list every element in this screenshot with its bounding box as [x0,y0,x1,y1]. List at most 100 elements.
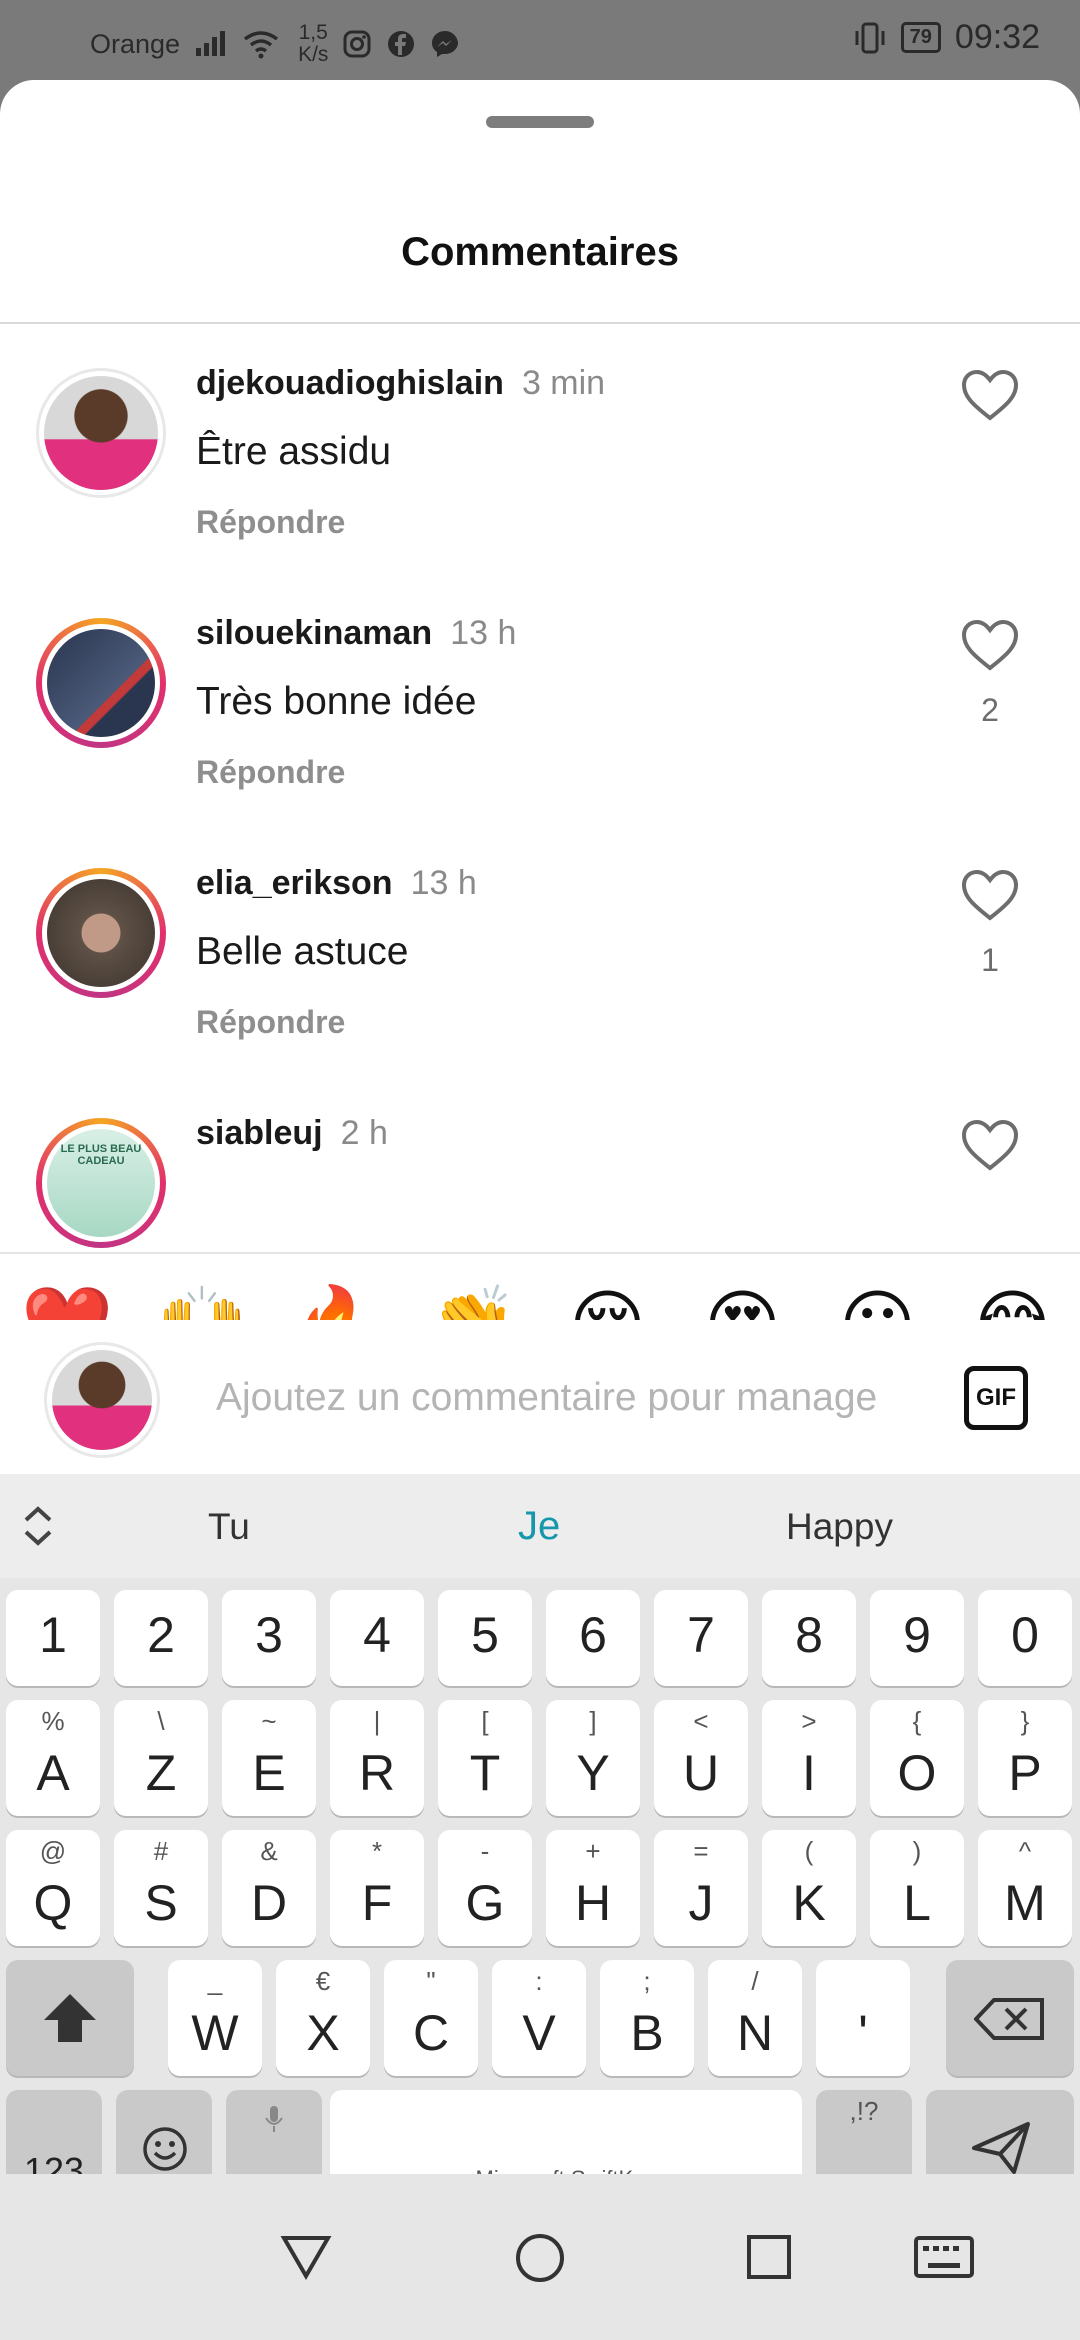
key-3[interactable]: 3 [222,1590,316,1686]
key-alt-label: / [751,1966,759,1996]
key-label: T [469,1745,501,1801]
gif-button[interactable]: GIF [964,1366,1028,1430]
key-y[interactable]: ] Y [546,1700,640,1816]
suggestion-3[interactable]: Happy [786,1506,893,1548]
avatar[interactable]: LE PLUS BEAU CADEAU [36,1118,166,1248]
key-alt-label: ; [643,1966,651,1996]
comment-input[interactable]: Ajoutez un commentaire pour manage [216,1376,916,1420]
key-o[interactable]: {O [870,1700,964,1816]
avatar[interactable] [36,868,166,998]
comment-time: 3 min [521,364,606,402]
key-label: J [688,1875,714,1931]
key-e[interactable]: ~ E [222,1700,316,1816]
reply-button[interactable]: Répondre [196,504,345,541]
key-t[interactable]: [T [438,1700,532,1816]
reply-button[interactable]: Répondre [196,754,345,791]
key-z[interactable]: \ Z [114,1700,208,1816]
key-5[interactable]: 5 [438,1590,532,1686]
backspace-key[interactable] [946,1960,1074,2076]
suggestion-bar: Tu Je Happy [0,1474,1080,1578]
key-q[interactable]: @ Q [6,1830,100,1946]
key-alt-label: ,!? [849,2096,879,2126]
key-u[interactable]: < U [654,1700,748,1816]
key-label: D [250,1875,288,1931]
key-l[interactable]: ) L [870,1830,964,1946]
suggestion-2[interactable]: Je [518,1504,560,1549]
key-alt-label: - [480,1836,490,1866]
suggestion-1[interactable]: Tu [208,1506,250,1548]
key-b[interactable]: ; B [600,1960,694,2076]
like-count[interactable]: 1 [960,942,1020,979]
home-icon[interactable] [514,2232,566,2284]
comment-item: silouekinaman 13 h Très bonne idée Répon… [0,574,1080,824]
key-alt-label: @ [39,1836,67,1866]
sheet-drag-handle[interactable] [486,116,594,128]
heart-icon[interactable] [960,1118,1020,1172]
key-0[interactable]: 0 [978,1590,1072,1686]
back-icon[interactable] [280,2234,332,2280]
comment-username[interactable]: djekouadioghislain [196,364,504,403]
key-h[interactable]: + H [546,1830,640,1946]
key-6[interactable]: 6 [546,1590,640,1686]
key-alt-label: | [373,1706,381,1736]
key-w[interactable]: _ W [168,1960,262,2076]
avatar[interactable] [36,618,166,748]
like-count[interactable]: 2 [960,692,1020,729]
key-apostrophe[interactable]: ' [816,1960,910,2076]
comments-list[interactable]: djekouadioghislain 3 min Être assidu Rép… [0,324,1080,1252]
key-n[interactable]: / N [708,1960,802,2076]
key-label: G [465,1875,505,1931]
clock: 09:32 [954,18,1040,56]
carrier-label: Orange [90,28,181,59]
heart-icon[interactable] [960,368,1020,422]
recents-icon[interactable] [746,2234,792,2280]
key-4[interactable]: 4 [330,1590,424,1686]
key-label: R [358,1745,396,1801]
key-a[interactable]: % A [6,1700,100,1816]
key-p[interactable]: } P [978,1700,1072,1816]
comment-text: Belle astuce [196,930,409,973]
battery-indicator: 79 [900,22,941,53]
comment-time: 13 h [410,864,477,902]
key-9[interactable]: 9 [870,1590,964,1686]
key-c[interactable]: " C [384,1960,478,2076]
heart-icon[interactable] [960,618,1020,672]
key-v[interactable]: :V [492,1960,586,2076]
key-x[interactable]: € X [276,1960,370,2076]
comment-meta: elia_erikson 13 h [196,864,477,903]
key-label: 1 [39,1607,67,1663]
key-f[interactable]: * F [330,1830,424,1946]
reply-button[interactable]: Répondre [196,1004,345,1041]
comment-item: djekouadioghislain 3 min Être assidu Rép… [0,324,1080,574]
key-8[interactable]: 8 [762,1590,856,1686]
comment-meta: silouekinaman 13 h [196,614,516,653]
key-m[interactable]: ^ M [978,1830,1072,1946]
comment-username[interactable]: silouekinaman [196,614,432,653]
comment-username[interactable]: elia_erikson [196,864,393,903]
avatar[interactable] [36,368,166,498]
key-alt-label: + [585,1836,601,1866]
key-i[interactable]: > I [762,1700,856,1816]
key-alt-label: : [535,1966,543,1996]
shift-key[interactable] [6,1960,134,2076]
comment-username[interactable]: siableuj [196,1114,323,1153]
key-1[interactable]: 1 [6,1590,100,1686]
key-7[interactable]: 7 [654,1590,748,1686]
key-label: Z [145,1745,177,1801]
key-2[interactable]: 2 [114,1590,208,1686]
key-d[interactable]: & D [222,1830,316,1946]
key-r[interactable]: | R [330,1700,424,1816]
key-label: A [36,1745,70,1801]
key-g[interactable]: -G [438,1830,532,1946]
key-alt-label: ( [804,1836,814,1866]
key-alt-label: ~ [261,1706,277,1736]
heart-icon[interactable] [960,868,1020,922]
key-alt-label: € [315,1966,331,1996]
keyboard-toggle-icon[interactable] [914,2236,974,2278]
key-s[interactable]: # S [114,1830,208,1946]
expand-toolbar-icon[interactable] [20,1504,56,1548]
key-j[interactable]: = J [654,1830,748,1946]
key-k[interactable]: (K [762,1830,856,1946]
key-alt-label: ) [912,1836,922,1866]
key-alt-label: } [1020,1706,1030,1736]
